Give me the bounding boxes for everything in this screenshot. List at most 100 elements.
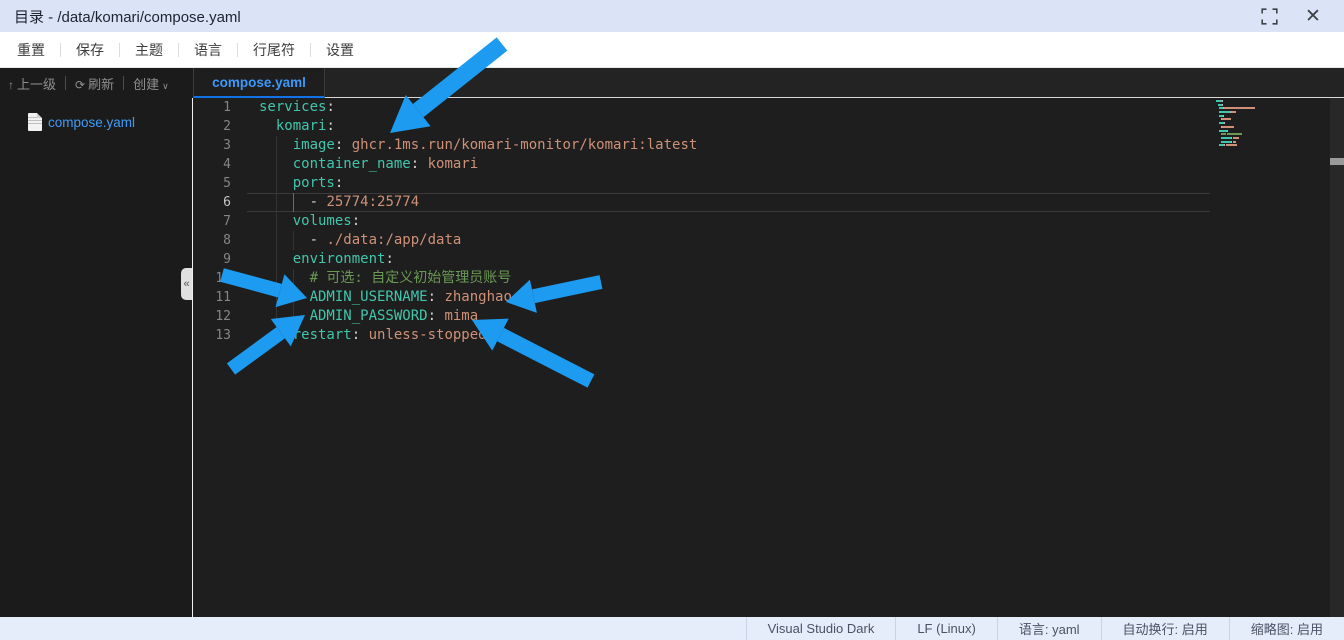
code-token: : [428, 308, 445, 324]
line-text: container_name: komari [247, 155, 478, 174]
line-text: ADMIN_USERNAME: zhanghao [247, 288, 512, 307]
line-number: 1 [193, 98, 247, 117]
minimap-pixel [1235, 111, 1236, 113]
editor-pane: compose.yaml 1services:2 komari:3 image:… [193, 68, 1344, 617]
tab-strip: compose.yaml [193, 68, 1344, 98]
toolbar-item-3[interactable]: 创建∨ [133, 74, 169, 93]
code-token [259, 327, 293, 343]
code-line[interactable]: 5 ports: [193, 174, 1344, 193]
minimap-pixel [1223, 115, 1224, 117]
status-line-ending[interactable]: LF (Linux) [895, 617, 997, 640]
window-title: 目录 - /data/komari/compose.yaml [14, 6, 1260, 27]
code-token [259, 118, 276, 134]
code-token: : [326, 118, 334, 134]
line-number: 8 [193, 231, 247, 250]
minimap-line [1216, 118, 1258, 120]
code-token: environment [293, 251, 386, 267]
minimap-line [1216, 107, 1258, 109]
code-token: - [259, 232, 326, 248]
code-token [259, 156, 293, 172]
code-token: : [352, 213, 360, 229]
code-line[interactable]: 3 image: ghcr.1ms.run/komari-monitor/kom… [193, 136, 1344, 155]
menu-item-2[interactable]: 保存 [61, 40, 119, 60]
code-token: # 可选: 自定义初始管理员账号 [310, 270, 512, 286]
code-token: : [326, 99, 334, 115]
status-minimap[interactable]: 缩略图: 启用 [1229, 617, 1344, 640]
code-token: image [293, 137, 335, 153]
minimap-pixel [1227, 130, 1228, 132]
code-token: volumes [293, 213, 352, 229]
code-token: komari [276, 118, 327, 134]
menu-item-1[interactable]: 重置 [2, 40, 60, 60]
code-line[interactable]: 13 restart: unless-stopped [193, 326, 1344, 345]
line-number: 13 [193, 326, 247, 345]
sidebar-collapse-handle[interactable]: « [181, 268, 192, 300]
minimap-line [1216, 115, 1258, 117]
sidebar-toolbar: ↑上一级⟳刷新创建∨ [0, 68, 193, 98]
status-theme[interactable]: Visual Studio Dark [746, 617, 896, 640]
minimap-pixel [1235, 141, 1236, 143]
menu-item-6[interactable]: 设置 [311, 40, 369, 60]
file-row[interactable]: compose.yaml [0, 110, 193, 134]
line-text: volumes: [247, 212, 360, 231]
menu-item-5[interactable]: 行尾符 [238, 40, 310, 60]
toolbar-item-2[interactable]: ⟳刷新 [75, 74, 114, 93]
code-line[interactable]: 10 # 可选: 自定义初始管理员账号 [193, 269, 1344, 288]
toolbar-item-label: 刷新 [88, 77, 114, 92]
line-number: 6 [193, 193, 247, 212]
code-lines: 1services:2 komari:3 image: ghcr.1ms.run… [193, 98, 1344, 345]
code-editor[interactable]: 1services:2 komari:3 image: ghcr.1ms.run… [193, 98, 1344, 617]
code-token: container_name [293, 156, 411, 172]
code-line[interactable]: 9 environment: [193, 250, 1344, 269]
code-token [259, 213, 293, 229]
code-line[interactable]: 11 ADMIN_USERNAME: zhanghao [193, 288, 1344, 307]
status-language[interactable]: 语言: yaml [997, 617, 1101, 640]
up-arrow-icon: ↑ [8, 78, 14, 92]
minimap-pixel [1236, 144, 1237, 146]
line-number: 7 [193, 212, 247, 231]
code-token: : [352, 327, 369, 343]
close-icon: ✕ [1305, 7, 1321, 26]
chevron-down-icon: ∨ [162, 81, 169, 91]
menu-item-4[interactable]: 语言 [179, 40, 237, 60]
code-line[interactable]: 8 - ./data:/app/data [193, 231, 1344, 250]
minimap-pixel [1233, 126, 1234, 128]
menu-bar: 重置保存主题语言行尾符设置 [0, 32, 1344, 68]
status-word-wrap[interactable]: 自动换行: 启用 [1101, 617, 1229, 640]
line-number: 10 [193, 269, 247, 288]
line-text: komari: [247, 117, 335, 136]
line-number: 11 [193, 288, 247, 307]
code-token: komari [428, 156, 479, 172]
code-line[interactable]: 7 volumes: [193, 212, 1344, 231]
code-token: ADMIN_PASSWORD [310, 308, 428, 324]
refresh-icon: ⟳ [75, 78, 85, 92]
minimap-line [1216, 137, 1258, 139]
toolbar-separator [65, 76, 66, 90]
code-line[interactable]: 2 komari: [193, 117, 1344, 136]
line-number: 9 [193, 250, 247, 269]
code-token: zhanghao [444, 289, 511, 305]
tab-compose-yaml[interactable]: compose.yaml [193, 68, 325, 98]
status-bar: Visual Studio DarkLF (Linux)语言: yaml自动换行… [0, 617, 1344, 640]
code-token [259, 270, 310, 286]
maximize-button[interactable] [1260, 7, 1278, 25]
toolbar-item-1[interactable]: ↑上一级 [8, 74, 56, 93]
minimap[interactable] [1216, 100, 1258, 148]
code-token: ADMIN_USERNAME [310, 289, 428, 305]
menu-item-3[interactable]: 主题 [120, 40, 178, 60]
code-line[interactable]: 12 ADMIN_PASSWORD: mima [193, 307, 1344, 326]
line-text: ports: [247, 174, 343, 193]
minimap-line [1216, 126, 1258, 128]
code-token: : [335, 175, 343, 191]
code-line[interactable]: 6 - 25774:25774 [193, 193, 1344, 212]
close-button[interactable]: ✕ [1304, 7, 1322, 25]
minimap-line [1216, 130, 1258, 132]
minimap-pixel [1254, 107, 1255, 109]
line-number: 12 [193, 307, 247, 326]
scrollbar-thumb[interactable] [1330, 158, 1344, 165]
code-line[interactable]: 1services: [193, 98, 1344, 117]
line-number: 5 [193, 174, 247, 193]
code-token: 25774:25774 [326, 194, 419, 210]
code-line[interactable]: 4 container_name: komari [193, 155, 1344, 174]
tab-label: compose.yaml [212, 75, 306, 90]
